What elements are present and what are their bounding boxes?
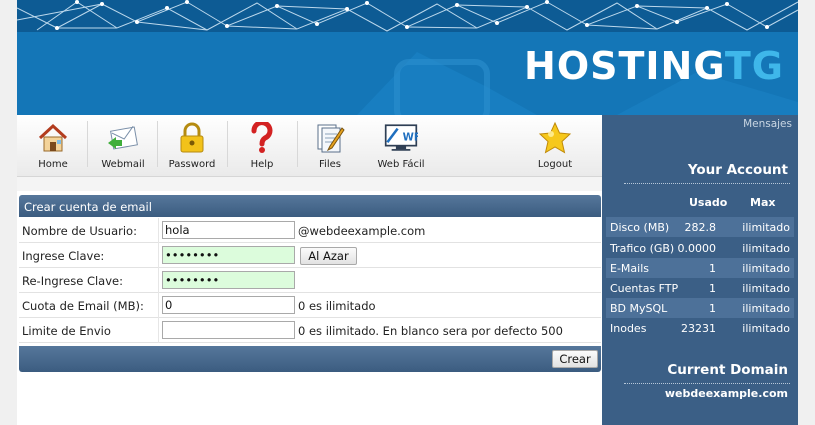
toolbar-webfacil-button[interactable]: WF Web Fácil [369,115,433,177]
page-margin-right [798,0,815,425]
toolbar-divider [157,121,158,167]
padlock-icon [175,121,209,155]
random-password-button[interactable]: Al Azar [300,247,357,265]
username-input[interactable] [162,221,295,239]
envelope-icon [106,121,140,155]
toolbar-divider [87,121,88,167]
toolbar-password-button[interactable]: Password [167,115,217,177]
page-margin-left [0,0,17,425]
repassword-input[interactable] [162,271,295,289]
dotted-divider [624,183,790,184]
toolbar-help-button[interactable]: Help [239,115,285,177]
send-limit-hint: 0 es ilimitado. En blanco sera por defec… [298,324,563,338]
max-column-header: Max [750,196,776,209]
send-limit-row: Limite de Envio 0 es ilimitado. En blanc… [19,318,601,343]
main-toolbar: Home Webmail Password Help Files WF Web … [17,115,602,177]
column-divider [158,318,159,343]
content-gap [17,177,602,191]
account-sidebar: Mensajes Your Account Usado Max Disco (M… [602,115,798,425]
repassword-label: Re-Ingrese Clave: [22,274,123,288]
usage-row: Inodes 23231 ilimitado [610,322,790,335]
send-limit-label: Limite de Envio [22,324,111,338]
repassword-row: Re-Ingrese Clave: [19,268,601,293]
form-title: Crear cuenta de email [19,195,601,217]
usage-row: Trafico (GB) 0.0000 ilimitado [610,242,790,255]
usage-row: Cuentas FTP 1 ilimitado [610,282,790,295]
used-column-header: Usado [689,196,728,209]
create-email-form: Crear cuenta de email Nombre de Usuario:… [17,191,602,425]
network-pattern [17,0,798,32]
usage-row: BD MySQL 1 ilimitado [606,298,794,318]
usage-row: Disco (MB) 282.8 ilimitado [606,217,794,237]
hostingtg-logo: HOSTINGTG [524,44,784,88]
current-domain-title: Current Domain [667,362,788,378]
column-divider [158,218,159,243]
username-row: Nombre de Usuario: @webdeexample.com [19,218,601,243]
star-icon [538,121,572,155]
web-facil-icon: WF [384,121,418,155]
form-footer-bar: Crear [19,346,601,372]
question-mark-icon [245,121,279,155]
current-domain-value: webdeexample.com [664,387,788,400]
usage-row: E-Mails 1 ilimitado [606,258,794,278]
dotted-divider [624,383,790,384]
password-row: Ingrese Clave: Al Azar [19,243,601,268]
create-button[interactable]: Crear [552,350,598,368]
messages-link[interactable]: Mensajes [743,118,792,130]
send-limit-input[interactable] [162,321,295,339]
quota-hint: 0 es ilimitado [298,299,376,313]
quota-label: Cuota de Email (MB): [22,299,144,313]
domain-suffix: @webdeexample.com [298,224,426,238]
column-divider [158,293,159,318]
toolbar-files-button[interactable]: Files [307,115,353,177]
column-divider [158,243,159,268]
column-divider [158,268,159,293]
svg-text:WF: WF [403,133,418,144]
toolbar-webmail-button[interactable]: Webmail [97,115,149,177]
password-label: Ingrese Clave: [22,249,105,263]
quota-input[interactable] [162,296,295,314]
toolbar-home-button[interactable]: Home [29,115,77,177]
toolbar-divider [297,121,298,167]
toolbar-logout-button[interactable]: Logout [531,115,579,177]
header-banner: HOSTINGTG [17,0,798,115]
toolbar-divider [227,121,228,167]
house-icon [36,121,70,155]
your-account-title: Your Account [687,162,788,178]
username-label: Nombre de Usuario: [22,224,137,238]
document-pen-icon [313,121,347,155]
quota-row: Cuota de Email (MB): 0 es ilimitado [19,293,601,318]
password-input[interactable] [162,246,295,264]
